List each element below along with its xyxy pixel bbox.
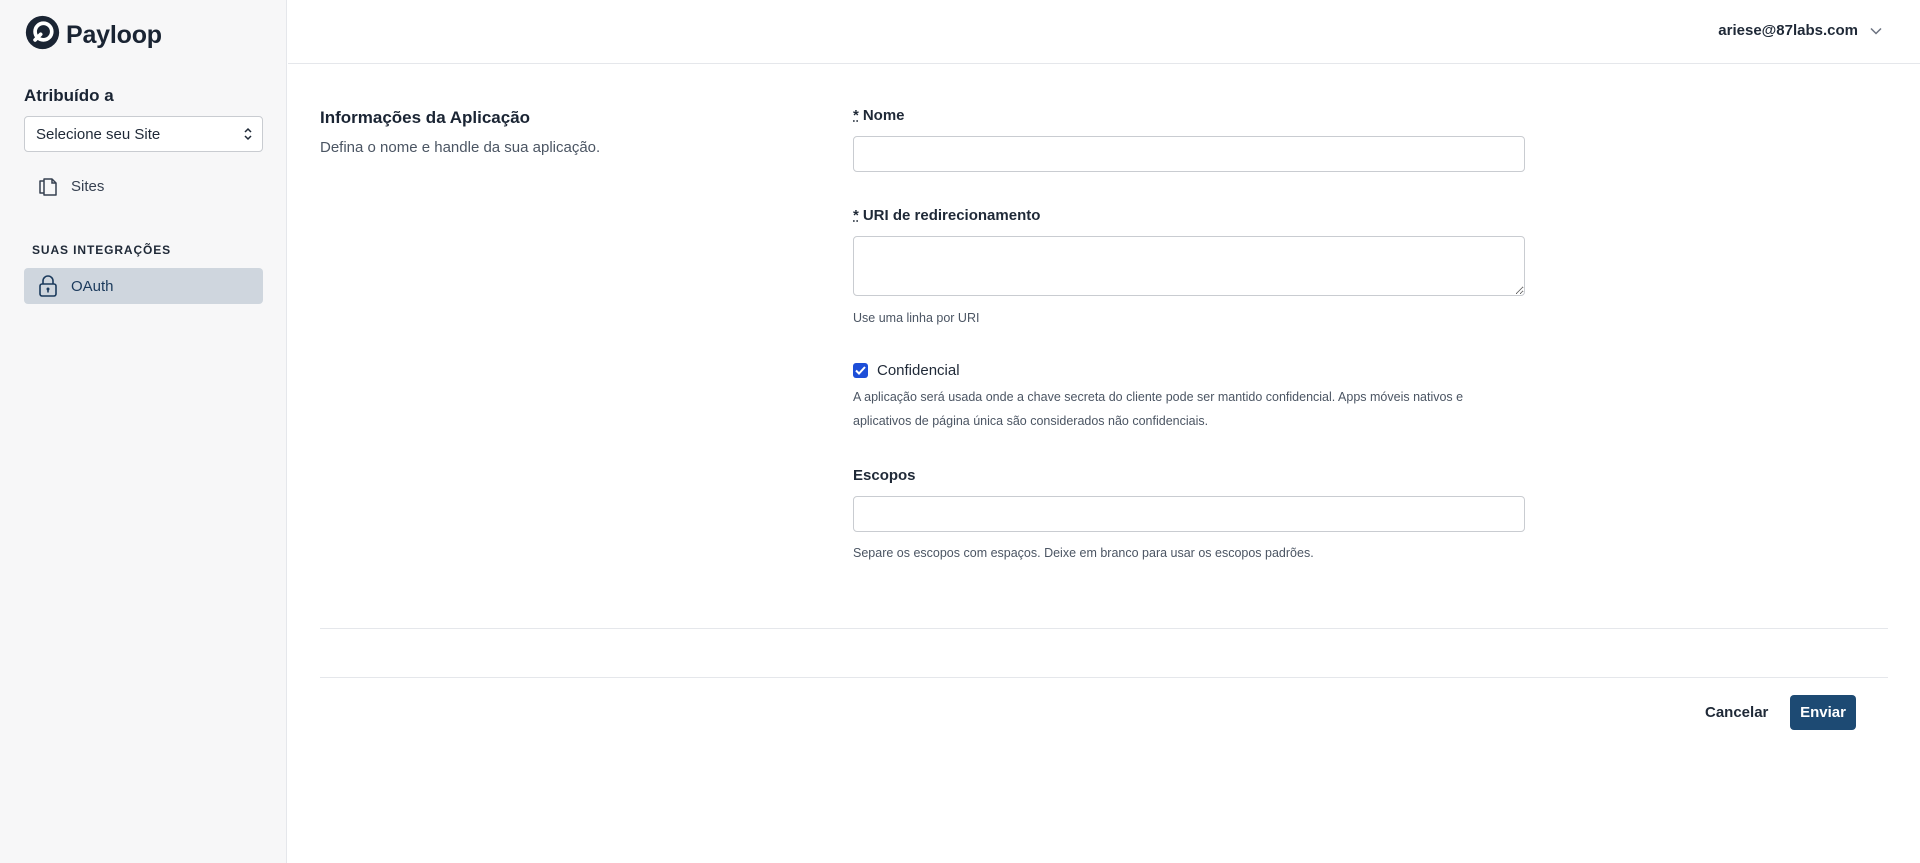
sidebar-item-oauth[interactable]: OAuth bbox=[24, 268, 263, 304]
name-label: * Nome bbox=[853, 107, 905, 124]
confidential-help-line-2: aplicativos de página única são consider… bbox=[853, 414, 1209, 428]
site-select-value: Selecione seu Site bbox=[36, 125, 161, 143]
brand-logo[interactable]: Payloop bbox=[24, 14, 162, 56]
payloop-logo-icon bbox=[24, 14, 61, 56]
scopes-input[interactable] bbox=[853, 496, 1525, 532]
checkmark-icon bbox=[855, 366, 866, 375]
redirect-uri-textarea[interactable] bbox=[853, 236, 1525, 296]
divider bbox=[320, 628, 1888, 629]
brand-name: Payloop bbox=[66, 20, 162, 49]
sidebar-item-label: OAuth bbox=[71, 277, 114, 295]
site-select[interactable]: Selecione seu Site bbox=[24, 116, 263, 152]
user-menu[interactable]: ariese@87labs.com bbox=[1718, 22, 1882, 39]
required-marker: * bbox=[853, 207, 859, 224]
divider bbox=[320, 677, 1888, 678]
scopes-help: Separe os escopos com espaços. Deixe em … bbox=[853, 546, 1314, 560]
user-email: ariese@87labs.com bbox=[1718, 22, 1858, 39]
redirect-uri-help: Use uma linha por URI bbox=[853, 311, 980, 325]
name-input[interactable] bbox=[853, 136, 1525, 172]
scopes-label: Escopos bbox=[853, 467, 916, 484]
lock-icon bbox=[37, 275, 59, 297]
confidential-label: Confidencial bbox=[877, 362, 960, 379]
redirect-uri-label: * URI de redirecionamento bbox=[853, 207, 1040, 224]
required-marker: * bbox=[853, 107, 859, 124]
confidential-checkbox[interactable] bbox=[853, 363, 868, 378]
assigned-to-label: Atribuído a bbox=[24, 86, 114, 105]
select-arrows-icon bbox=[244, 127, 252, 141]
chevron-down-icon bbox=[1870, 27, 1882, 35]
redirect-uri-label-text: URI de redirecionamento bbox=[862, 207, 1041, 224]
section-title: Informações da Aplicação bbox=[320, 108, 531, 127]
sidebar-item-label: Sites bbox=[71, 177, 105, 195]
sidebar-item-sites[interactable]: Sites bbox=[24, 168, 263, 204]
sidebar: Payloop Atribuído a Selecione seu Site S… bbox=[0, 0, 287, 863]
top-bar: ariese@87labs.com bbox=[288, 0, 1920, 64]
name-label-text: Nome bbox=[862, 107, 905, 124]
cancel-button[interactable]: Cancelar bbox=[1693, 694, 1780, 730]
integrations-heading: SUAS INTEGRAÇÕES bbox=[32, 243, 172, 257]
submit-button[interactable]: Enviar bbox=[1790, 695, 1856, 730]
confidential-help-line-1: A aplicação será usada onde a chave secr… bbox=[853, 390, 1464, 404]
confidential-checkbox-row[interactable]: Confidencial bbox=[853, 362, 960, 379]
section-description: Defina o nome e handle da sua aplicação. bbox=[320, 139, 601, 156]
pages-icon bbox=[37, 175, 59, 197]
